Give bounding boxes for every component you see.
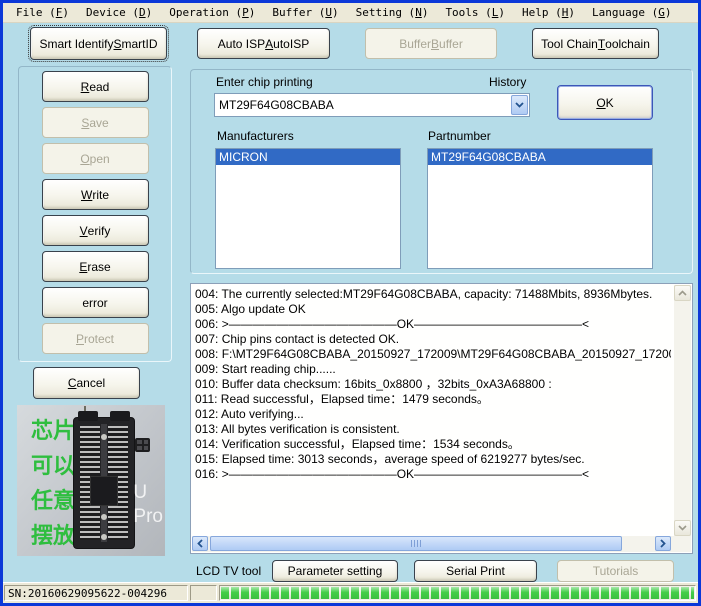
- scroll-up-icon[interactable]: [674, 285, 691, 301]
- chip-printing-value[interactable]: MT29F64G08CBABA: [215, 98, 511, 112]
- tutorials-button: Tutorials: [557, 560, 674, 582]
- partnumber-listbox[interactable]: MT29F64G08CBABA: [427, 148, 653, 269]
- log-line: 004: The currently selected:MT29F64G08CB…: [195, 287, 671, 302]
- menu-buffer[interactable]: Buffer (U): [264, 4, 347, 21]
- read-button[interactable]: Read: [42, 71, 149, 102]
- parameter-setting-button[interactable]: Parameter setting: [272, 560, 398, 582]
- manufacturers-listbox[interactable]: MICRON: [215, 148, 401, 269]
- log-horizontal-scrollbar[interactable]: [192, 536, 691, 552]
- partnumber-label: Partnumber: [428, 129, 491, 143]
- erase-button[interactable]: Erase: [42, 251, 149, 282]
- progress-bar: [219, 585, 696, 601]
- scroll-right-icon[interactable]: [655, 536, 671, 551]
- write-button[interactable]: Write: [42, 179, 149, 210]
- action-button-group: Read Save Open Write Verify Erase error …: [18, 66, 172, 362]
- scroll-down-icon[interactable]: [674, 520, 691, 536]
- menu-bar: File (F) Device (D) Operation (P) Buffer…: [3, 3, 698, 23]
- log-line: 012: Auto verifying...: [195, 407, 671, 422]
- log-line: 009: Start reading chip......: [195, 362, 671, 377]
- log-lines: 004: The currently selected:MT29F64G08CB…: [195, 287, 671, 534]
- manufacturer-item-selected[interactable]: MICRON: [216, 149, 400, 165]
- scrollbar-thumb[interactable]: [210, 536, 622, 551]
- log-vertical-scrollbar[interactable]: [674, 285, 691, 536]
- log-line: 007: Chip pins contact is detected OK.: [195, 332, 671, 347]
- smart-identify-button[interactable]: Smart Identify SmartID: [30, 27, 167, 60]
- log-line: 008: F:\MT29F64G08CBABA_20150927_172009\…: [195, 347, 671, 362]
- error-button[interactable]: error: [42, 287, 149, 318]
- chip-select-group: Enter chip printing History MT29F64G08CB…: [190, 69, 693, 274]
- menu-operation[interactable]: Operation (P): [161, 4, 264, 21]
- save-button: Save: [42, 107, 149, 138]
- serial-print-button[interactable]: Serial Print: [414, 560, 537, 582]
- zif-socket: [73, 417, 135, 549]
- menu-setting[interactable]: Setting (N): [348, 4, 438, 21]
- ok-button[interactable]: OK: [557, 85, 653, 120]
- open-button: Open: [42, 143, 149, 174]
- log-line: 014: Verification successful，Elapsed tim…: [195, 437, 671, 452]
- log-output[interactable]: 004: The currently selected:MT29F64G08CB…: [190, 283, 693, 554]
- programmer-app-window: File (F) Device (D) Operation (P) Buffer…: [0, 0, 701, 606]
- partnumber-item-selected[interactable]: MT29F64G08CBABA: [428, 149, 652, 165]
- log-line: 006: >——————————————OK——————————————<: [195, 317, 671, 332]
- tool-chain-button[interactable]: Tool Chain Toolchain: [532, 28, 659, 59]
- menu-file[interactable]: File (F): [8, 4, 78, 21]
- log-line: 005: Algo update OK: [195, 302, 671, 317]
- menu-tools[interactable]: Tools (L): [437, 4, 514, 21]
- status-bar: SN:20160629095622-004296: [3, 582, 698, 603]
- chevron-down-icon[interactable]: [511, 95, 528, 115]
- protect-button: Protect: [42, 323, 149, 354]
- progress-bar-fill: [221, 587, 694, 599]
- history-label: History: [489, 75, 526, 89]
- enter-chip-printing-label: Enter chip printing: [216, 75, 313, 89]
- serial-number-panel: SN:20160629095622-004296: [4, 585, 188, 601]
- programmer-logo-text: U Pro: [133, 481, 163, 529]
- lcd-tv-tool-label: LCD TV tool: [196, 564, 261, 578]
- socket-chip: [90, 476, 118, 506]
- icsp-connector: [135, 438, 150, 452]
- programmer-socket-image: 芯片 可以 任意 摆放 U Pro: [17, 405, 165, 556]
- menu-help[interactable]: Help (H): [514, 4, 584, 21]
- log-line: 011: Read successful，Elapsed time：1479 s…: [195, 392, 671, 407]
- log-line: 015: Elapsed time: 3013 seconds，average …: [195, 452, 671, 467]
- cancel-button[interactable]: Cancel: [33, 367, 140, 399]
- log-line: 010: Buffer data checksum: 16bits_0x8800…: [195, 377, 671, 392]
- manufacturers-label: Manufacturers: [217, 129, 294, 143]
- menu-device[interactable]: Device (D): [78, 4, 161, 21]
- verify-button[interactable]: Verify: [42, 215, 149, 246]
- status-spacer-panel: [190, 585, 217, 601]
- buffer-button: Buffer Buffer: [365, 28, 497, 59]
- chip-printing-combobox[interactable]: MT29F64G08CBABA: [214, 93, 530, 117]
- log-line: 016: >——————————————OK——————————————<: [195, 467, 671, 482]
- log-line: 013: All bytes verification is consisten…: [195, 422, 671, 437]
- scroll-left-icon[interactable]: [192, 536, 208, 551]
- auto-isp-button[interactable]: Auto ISP AutoISP: [197, 28, 330, 59]
- menu-language[interactable]: Language (G): [584, 4, 680, 21]
